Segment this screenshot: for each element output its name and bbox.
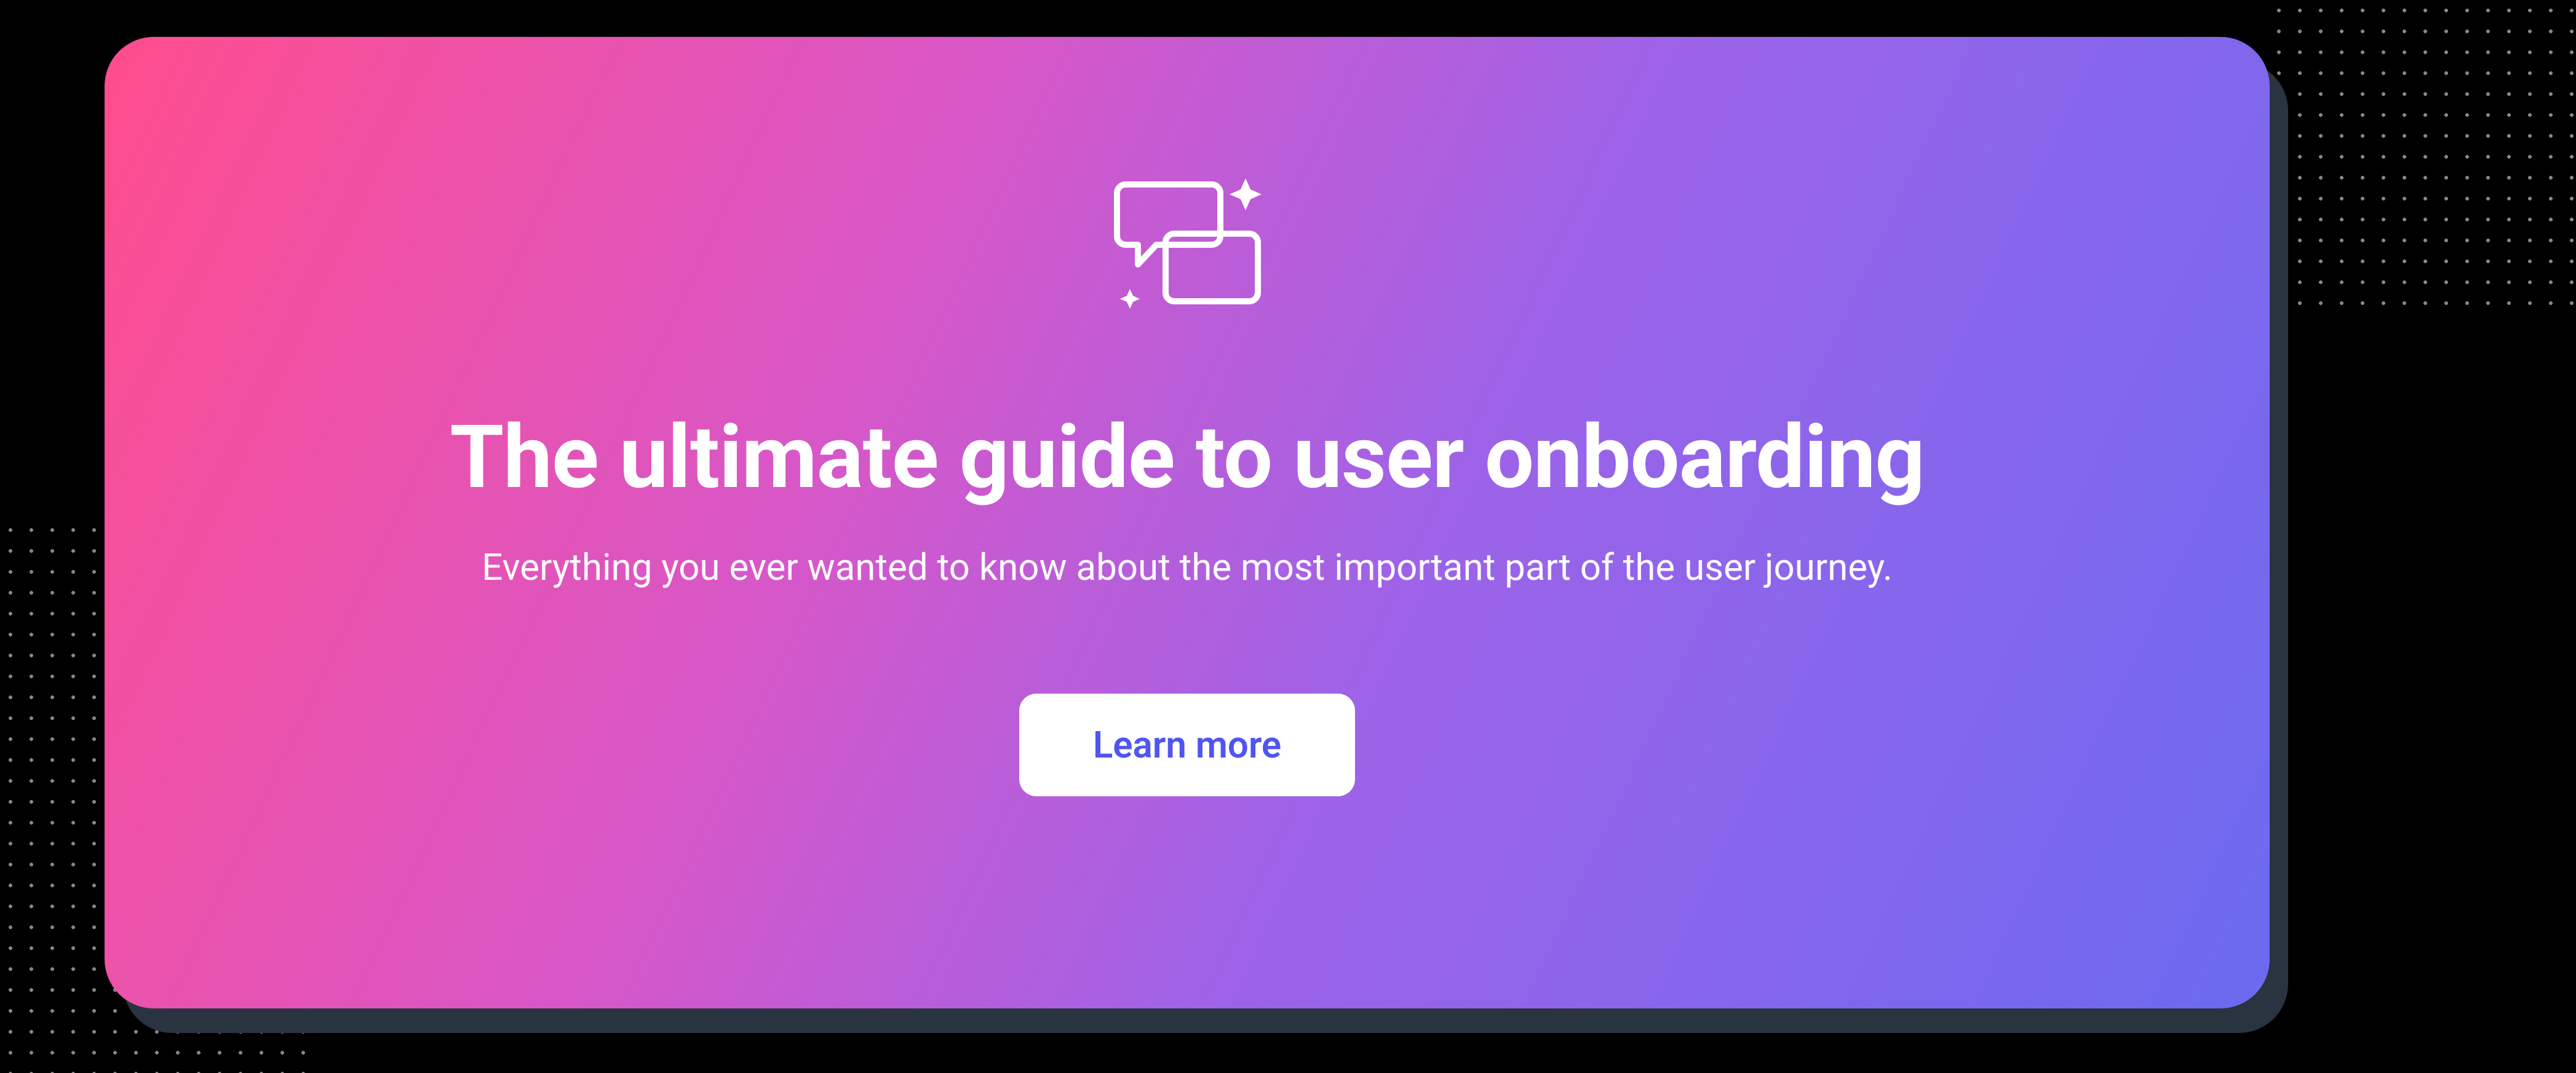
chat-sparkle-icon	[1098, 166, 1276, 326]
hero-card: The ultimate guide to user onboarding Ev…	[105, 37, 2270, 1008]
decorative-dots-top-right	[2268, 0, 2576, 307]
learn-more-button[interactable]: Learn more	[1019, 694, 1355, 796]
hero-title: The ultimate guide to user onboarding	[450, 406, 1924, 509]
hero-subtitle: Everything you ever wanted to know about…	[482, 545, 1893, 589]
